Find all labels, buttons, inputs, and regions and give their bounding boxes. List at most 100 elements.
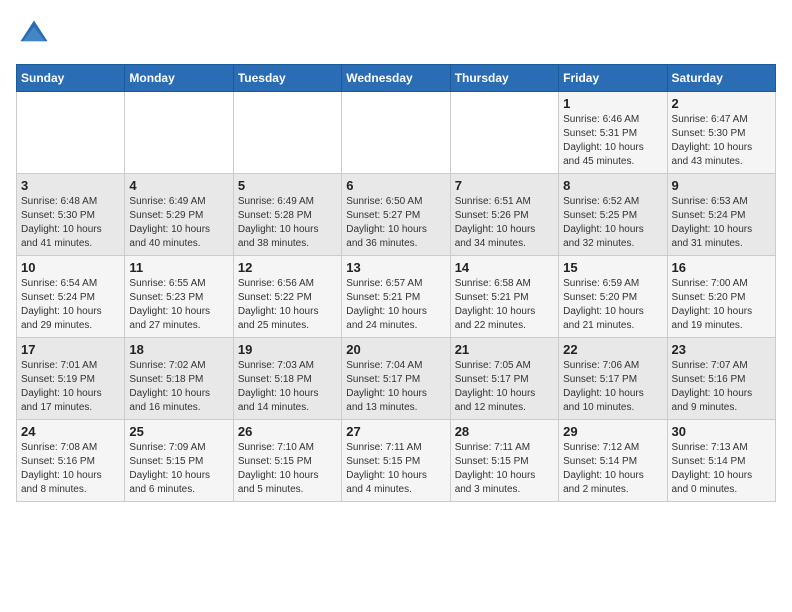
calendar-cell: 22 Sunrise: 7:06 AM Sunset: 5:17 PM Dayli… xyxy=(559,338,667,420)
day-number: 25 xyxy=(129,424,228,439)
day-info: Sunrise: 7:02 AM Sunset: 5:18 PM Dayligh… xyxy=(129,359,228,415)
day-number: 3 xyxy=(21,178,120,193)
calendar-cell: 30Sunrise: 7:13 AM Sunset: 5:14 PM Dayli… xyxy=(667,420,775,502)
calendar-cell: 14 Sunrise: 6:58 AM Sunset: 5:21 PM Dayli… xyxy=(450,256,558,338)
day-info: Sunrise: 7:01 AM Sunset: 5:19 PM Dayligh… xyxy=(21,359,120,415)
day-number: 1 xyxy=(563,96,662,111)
calendar-cell: 15 Sunrise: 6:59 AM Sunset: 5:20 PM Dayli… xyxy=(559,256,667,338)
day-info: Sunrise: 6:52 AM Sunset: 5:25 PM Dayligh… xyxy=(563,195,662,251)
day-info: Sunrise: 7:00 AM Sunset: 5:20 PM Dayligh… xyxy=(672,277,771,333)
calendar-cell xyxy=(450,92,558,174)
weekday-header: Friday xyxy=(559,65,667,92)
calendar-cell: 2Sunrise: 6:47 AM Sunset: 5:30 PM Daylig… xyxy=(667,92,775,174)
day-number: 21 xyxy=(455,342,554,357)
day-info: Sunrise: 6:59 AM Sunset: 5:20 PM Dayligh… xyxy=(563,277,662,333)
calendar-week-row: 3 Sunrise: 6:48 AM Sunset: 5:30 PM Daylig… xyxy=(17,174,776,256)
day-number: 11 xyxy=(129,260,228,275)
calendar-cell: 25 Sunrise: 7:09 AM Sunset: 5:15 PM Dayli… xyxy=(125,420,233,502)
calendar-cell: 5 Sunrise: 6:49 AM Sunset: 5:28 PM Daylig… xyxy=(233,174,341,256)
day-info: Sunrise: 6:58 AM Sunset: 5:21 PM Dayligh… xyxy=(455,277,554,333)
day-number: 22 xyxy=(563,342,662,357)
day-info: Sunrise: 6:48 AM Sunset: 5:30 PM Dayligh… xyxy=(21,195,120,251)
day-number: 26 xyxy=(238,424,337,439)
calendar-table: SundayMondayTuesdayWednesdayThursdayFrid… xyxy=(16,64,776,502)
day-number: 7 xyxy=(455,178,554,193)
day-number: 17 xyxy=(21,342,120,357)
day-number: 14 xyxy=(455,260,554,275)
calendar-cell: 4 Sunrise: 6:49 AM Sunset: 5:29 PM Daylig… xyxy=(125,174,233,256)
logo xyxy=(16,16,56,52)
weekday-header: Monday xyxy=(125,65,233,92)
calendar-cell: 29 Sunrise: 7:12 AM Sunset: 5:14 PM Dayli… xyxy=(559,420,667,502)
day-info: Sunrise: 6:56 AM Sunset: 5:22 PM Dayligh… xyxy=(238,277,337,333)
day-number: 16 xyxy=(672,260,771,275)
calendar-week-row: 1 Sunrise: 6:46 AM Sunset: 5:31 PM Daylig… xyxy=(17,92,776,174)
day-info: Sunrise: 7:05 AM Sunset: 5:17 PM Dayligh… xyxy=(455,359,554,415)
day-info: Sunrise: 7:09 AM Sunset: 5:15 PM Dayligh… xyxy=(129,441,228,497)
calendar-cell xyxy=(125,92,233,174)
calendar-cell xyxy=(233,92,341,174)
calendar-week-row: 17 Sunrise: 7:01 AM Sunset: 5:19 PM Dayli… xyxy=(17,338,776,420)
day-info: Sunrise: 7:08 AM Sunset: 5:16 PM Dayligh… xyxy=(21,441,120,497)
calendar-cell: 11Sunrise: 6:55 AM Sunset: 5:23 PM Dayli… xyxy=(125,256,233,338)
day-number: 6 xyxy=(346,178,445,193)
calendar-cell xyxy=(17,92,125,174)
calendar-cell: 26 Sunrise: 7:10 AM Sunset: 5:15 PM Dayli… xyxy=(233,420,341,502)
calendar-week-row: 24 Sunrise: 7:08 AM Sunset: 5:16 PM Dayli… xyxy=(17,420,776,502)
day-info: Sunrise: 6:46 AM Sunset: 5:31 PM Dayligh… xyxy=(563,113,662,169)
weekday-header: Sunday xyxy=(17,65,125,92)
day-info: Sunrise: 6:49 AM Sunset: 5:29 PM Dayligh… xyxy=(129,195,228,251)
calendar-cell: 28 Sunrise: 7:11 AM Sunset: 5:15 PM Dayli… xyxy=(450,420,558,502)
day-number: 24 xyxy=(21,424,120,439)
day-number: 9 xyxy=(672,178,771,193)
calendar-cell: 16 Sunrise: 7:00 AM Sunset: 5:20 PM Dayli… xyxy=(667,256,775,338)
day-info: Sunrise: 7:06 AM Sunset: 5:17 PM Dayligh… xyxy=(563,359,662,415)
calendar-cell: 19Sunrise: 7:03 AM Sunset: 5:18 PM Dayli… xyxy=(233,338,341,420)
page-header xyxy=(16,16,776,52)
calendar-cell: 13 Sunrise: 6:57 AM Sunset: 5:21 PM Dayli… xyxy=(342,256,450,338)
day-number: 29 xyxy=(563,424,662,439)
calendar-cell: 7 Sunrise: 6:51 AM Sunset: 5:26 PM Daylig… xyxy=(450,174,558,256)
calendar-cell: 10Sunrise: 6:54 AM Sunset: 5:24 PM Dayli… xyxy=(17,256,125,338)
calendar-body: 1 Sunrise: 6:46 AM Sunset: 5:31 PM Daylig… xyxy=(17,92,776,502)
day-number: 20 xyxy=(346,342,445,357)
weekday-header: Wednesday xyxy=(342,65,450,92)
calendar-cell: 27Sunrise: 7:11 AM Sunset: 5:15 PM Dayli… xyxy=(342,420,450,502)
calendar-cell: 3 Sunrise: 6:48 AM Sunset: 5:30 PM Daylig… xyxy=(17,174,125,256)
day-info: Sunrise: 7:11 AM Sunset: 5:15 PM Dayligh… xyxy=(346,441,445,497)
calendar-cell: 20Sunrise: 7:04 AM Sunset: 5:17 PM Dayli… xyxy=(342,338,450,420)
day-number: 2 xyxy=(672,96,771,111)
calendar-cell: 6 Sunrise: 6:50 AM Sunset: 5:27 PM Daylig… xyxy=(342,174,450,256)
calendar-week-row: 10Sunrise: 6:54 AM Sunset: 5:24 PM Dayli… xyxy=(17,256,776,338)
day-number: 28 xyxy=(455,424,554,439)
day-info: Sunrise: 7:12 AM Sunset: 5:14 PM Dayligh… xyxy=(563,441,662,497)
day-info: Sunrise: 7:13 AM Sunset: 5:14 PM Dayligh… xyxy=(672,441,771,497)
calendar-cell xyxy=(342,92,450,174)
calendar-cell: 9 Sunrise: 6:53 AM Sunset: 5:24 PM Daylig… xyxy=(667,174,775,256)
day-number: 5 xyxy=(238,178,337,193)
calendar-cell: 8 Sunrise: 6:52 AM Sunset: 5:25 PM Daylig… xyxy=(559,174,667,256)
day-info: Sunrise: 6:50 AM Sunset: 5:27 PM Dayligh… xyxy=(346,195,445,251)
day-number: 15 xyxy=(563,260,662,275)
weekday-header: Saturday xyxy=(667,65,775,92)
weekday-header: Tuesday xyxy=(233,65,341,92)
calendar-cell: 1 Sunrise: 6:46 AM Sunset: 5:31 PM Daylig… xyxy=(559,92,667,174)
day-info: Sunrise: 6:53 AM Sunset: 5:24 PM Dayligh… xyxy=(672,195,771,251)
day-info: Sunrise: 7:10 AM Sunset: 5:15 PM Dayligh… xyxy=(238,441,337,497)
calendar-cell: 18 Sunrise: 7:02 AM Sunset: 5:18 PM Dayli… xyxy=(125,338,233,420)
day-info: Sunrise: 6:49 AM Sunset: 5:28 PM Dayligh… xyxy=(238,195,337,251)
calendar-cell: 21 Sunrise: 7:05 AM Sunset: 5:17 PM Dayli… xyxy=(450,338,558,420)
day-info: Sunrise: 6:54 AM Sunset: 5:24 PM Dayligh… xyxy=(21,277,120,333)
calendar-cell: 17 Sunrise: 7:01 AM Sunset: 5:19 PM Dayli… xyxy=(17,338,125,420)
day-number: 23 xyxy=(672,342,771,357)
calendar-cell: 24 Sunrise: 7:08 AM Sunset: 5:16 PM Dayli… xyxy=(17,420,125,502)
day-info: Sunrise: 6:51 AM Sunset: 5:26 PM Dayligh… xyxy=(455,195,554,251)
calendar-cell: 12Sunrise: 6:56 AM Sunset: 5:22 PM Dayli… xyxy=(233,256,341,338)
day-info: Sunrise: 6:57 AM Sunset: 5:21 PM Dayligh… xyxy=(346,277,445,333)
day-info: Sunrise: 7:11 AM Sunset: 5:15 PM Dayligh… xyxy=(455,441,554,497)
day-number: 4 xyxy=(129,178,228,193)
day-number: 18 xyxy=(129,342,228,357)
day-info: Sunrise: 7:03 AM Sunset: 5:18 PM Dayligh… xyxy=(238,359,337,415)
day-number: 8 xyxy=(563,178,662,193)
day-number: 13 xyxy=(346,260,445,275)
